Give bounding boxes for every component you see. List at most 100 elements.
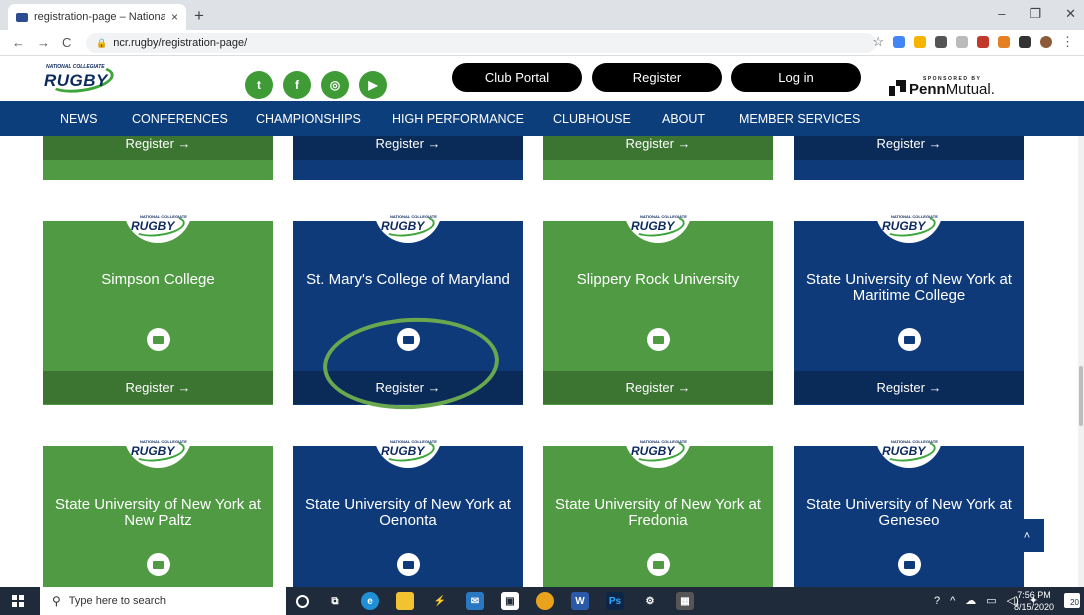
nav-item-high-performance[interactable]: HIGH PERFORMANCE <box>392 112 524 126</box>
settings-gear-icon[interactable]: ⚙ <box>641 592 659 610</box>
mail-icon[interactable] <box>898 328 921 351</box>
tab-title: registration-page – National Coll <box>34 11 165 23</box>
mail-app-icon[interactable]: ✉ <box>466 592 484 610</box>
chevron-up-icon[interactable]: ^ <box>950 595 955 607</box>
mail-icon[interactable] <box>898 553 921 576</box>
rugby-badge-icon: NATIONAL COLLEGIATE RUGBY <box>875 209 943 243</box>
close-window-icon[interactable]: ✕ <box>1065 6 1076 22</box>
register-button[interactable]: Register <box>592 63 722 92</box>
club-portal-button[interactable]: Club Portal <box>452 63 582 92</box>
extension-icon[interactable] <box>998 36 1010 48</box>
taskbar-clock[interactable]: 7:56 PM 8/15/2020 <box>1014 589 1054 613</box>
windows-start-icon[interactable] <box>12 595 24 607</box>
edge-icon[interactable]: e <box>361 592 379 610</box>
nav-item-member-services[interactable]: MEMBER SERVICES <box>739 112 860 126</box>
nav-item-news[interactable]: NEWS <box>60 112 98 126</box>
card-register-button[interactable]: Register → <box>43 136 273 160</box>
club-card: Register → <box>293 136 523 180</box>
profile-avatar[interactable] <box>1040 36 1052 48</box>
club-name: St. Mary's College of Maryland <box>306 271 510 288</box>
club-card: NATIONAL COLLEGIATE RUGBY State Universit… <box>543 434 773 587</box>
tab-close-icon[interactable]: × <box>171 10 178 24</box>
sponsor-logo[interactable]: SPONSORED BY PennMutual. <box>887 72 997 98</box>
new-tab-button[interactable]: + <box>194 6 204 26</box>
taskbar-search-input[interactable]: ⚲ Type here to search <box>40 587 286 615</box>
word-icon[interactable]: W <box>571 592 589 610</box>
facebook-icon[interactable]: f <box>283 71 311 99</box>
mail-icon[interactable] <box>147 553 170 576</box>
card-register-button[interactable]: Register → <box>293 136 523 160</box>
club-name: Slippery Rock University <box>576 271 740 288</box>
youtube-icon[interactable]: ▶ <box>359 71 387 99</box>
ncr-logo[interactable]: NATIONAL COLLEGIATE RUGBY <box>44 61 116 97</box>
mail-icon[interactable] <box>647 328 670 351</box>
club-name: State University of New York at Geneseo <box>806 496 1012 529</box>
scroll-to-top-button[interactable]: ˄ <box>1010 519 1044 552</box>
extension-icon[interactable] <box>914 36 926 48</box>
file-explorer-icon[interactable] <box>396 592 414 610</box>
card-register-button[interactable]: Register → <box>794 371 1024 404</box>
nav-item-about[interactable]: ABOUT <box>662 112 705 126</box>
puzzle-icon[interactable] <box>1019 36 1031 48</box>
login-button[interactable]: Log in <box>731 63 861 92</box>
club-card: Register → <box>43 136 273 180</box>
nav-item-clubhouse[interactable]: CLUBHOUSE <box>553 112 631 126</box>
notification-center-icon[interactable]: 20 <box>1064 593 1080 608</box>
maximize-icon[interactable]: ❐ <box>1029 6 1041 22</box>
extension-icon[interactable] <box>956 36 968 48</box>
forward-arrow-icon[interactable]: → <box>37 35 50 50</box>
network-icon[interactable]: ▭ <box>986 594 996 607</box>
browser-tab[interactable]: registration-page – National Coll × <box>8 4 186 30</box>
card-register-button[interactable]: Register → <box>543 136 773 160</box>
logo-text: RUGBY <box>44 71 108 90</box>
menu-kebab-icon[interactable]: ⋮ <box>1061 34 1074 50</box>
rugby-badge-icon: NATIONAL COLLEGIATE RUGBY <box>374 209 442 243</box>
nav-item-conferences[interactable]: CONFERENCES <box>132 112 228 126</box>
club-name: Simpson College <box>101 271 215 288</box>
mail-icon[interactable] <box>147 328 170 351</box>
card-register-button[interactable]: Register → <box>794 136 1024 160</box>
url-field[interactable]: 🔒 ncr.rugby/registration-page/ <box>86 33 876 53</box>
instagram-icon[interactable]: ◎ <box>321 71 349 99</box>
club-card: NATIONAL COLLEGIATE RUGBY State Universit… <box>794 434 1024 587</box>
search-placeholder: Type here to search <box>68 595 167 607</box>
extension-icon[interactable] <box>977 36 989 48</box>
bookmark-star-icon[interactable]: ☆ <box>872 34 884 50</box>
store-icon[interactable]: ▣ <box>501 592 519 610</box>
extension-icon[interactable] <box>935 36 947 48</box>
mail-icon[interactable] <box>647 553 670 576</box>
minimize-icon[interactable]: – <box>998 6 1005 22</box>
app-icon[interactable]: ⚡ <box>431 592 449 610</box>
clock-date: 8/15/2020 <box>1013 602 1054 612</box>
task-view-icon[interactable]: ⧉ <box>326 592 344 610</box>
site-header: NATIONAL COLLEGIATE RUGBY t f ◎ ▶ Club P… <box>0 56 1084 101</box>
window-controls: – ❐ ✕ <box>998 6 1076 22</box>
card-register-button[interactable]: Register → <box>543 371 773 404</box>
chrome-icon[interactable] <box>536 592 554 610</box>
photoshop-icon[interactable]: Ps <box>606 592 624 610</box>
twitter-icon[interactable]: t <box>245 71 273 99</box>
nav-item-championships[interactable]: CHAMPIONSHIPS <box>256 112 361 126</box>
club-card: NATIONAL COLLEGIATE RUGBY State Universit… <box>43 434 273 587</box>
taskbar-apps: ⧉ e ⚡ ✉ ▣ W Ps ⚙ ▦ <box>296 592 694 610</box>
cortana-icon[interactable] <box>296 594 309 608</box>
cloud-icon[interactable]: ☁ <box>965 594 976 607</box>
mail-icon[interactable] <box>397 553 420 576</box>
help-icon[interactable]: ? <box>934 595 940 607</box>
card-register-button[interactable]: Register → <box>43 371 273 404</box>
registration-grid: Register → Register → Register → Registe… <box>0 136 1084 587</box>
page-scrollbar[interactable] <box>1078 136 1084 587</box>
logo-small-text: NATIONAL COLLEGIATE <box>46 64 105 70</box>
scrollbar-thumb[interactable] <box>1079 366 1083 426</box>
sponsor-name: PennMutual. <box>909 81 995 98</box>
calculator-icon[interactable]: ▦ <box>676 592 694 610</box>
back-arrow-icon[interactable]: ← <box>12 35 25 50</box>
rugby-badge-icon: NATIONAL COLLEGIATE RUGBY <box>124 434 192 468</box>
social-links: t f ◎ ▶ <box>245 71 387 99</box>
reload-icon[interactable]: C <box>62 35 71 50</box>
extension-icon[interactable] <box>893 36 905 48</box>
extension-icons: ☆ ⋮ <box>872 34 1074 50</box>
club-card: NATIONAL COLLEGIATE RUGBY Slippery Rock U… <box>543 209 773 405</box>
url-text: ncr.rugby/registration-page/ <box>113 37 248 49</box>
site-favicon-icon <box>16 12 28 22</box>
